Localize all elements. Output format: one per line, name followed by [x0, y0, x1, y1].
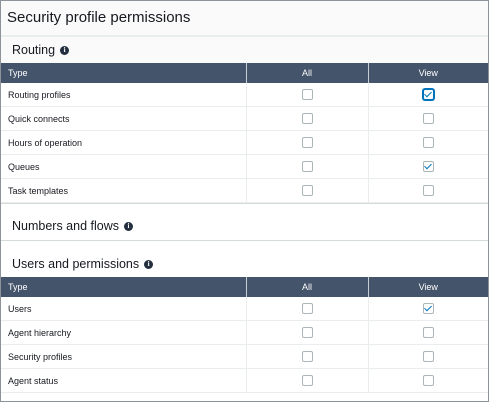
section-title: Numbers and flows	[12, 219, 119, 233]
all-checkbox[interactable]	[301, 351, 313, 363]
table-row: Agent hierarchy	[1, 320, 488, 345]
row-label: Queues	[1, 154, 247, 179]
all-checkbox[interactable]	[301, 327, 313, 339]
column-header-view: View	[368, 277, 488, 297]
users-permissions-section: Users and permissions i Type All View Us…	[1, 251, 488, 393]
view-checkbox[interactable]	[422, 327, 434, 339]
table-row: Quick connects	[1, 106, 488, 131]
table-row: Security profiles	[1, 344, 488, 369]
column-header-type: Type	[1, 63, 247, 83]
numbers-flows-section-header: Numbers and flows i	[1, 212, 488, 241]
row-label: Agent hierarchy	[1, 320, 247, 345]
numbers-flows-section: Numbers and flows i	[1, 212, 488, 241]
column-header-all: All	[246, 63, 369, 83]
view-checkbox[interactable]	[422, 89, 434, 101]
row-label: Hours of operation	[1, 130, 247, 155]
all-checkbox[interactable]	[301, 113, 313, 125]
view-checkbox[interactable]	[422, 303, 434, 315]
table-row: Queues	[1, 154, 488, 179]
row-label: Agent status	[1, 368, 247, 393]
view-checkbox[interactable]	[422, 351, 434, 363]
info-icon[interactable]: i	[60, 45, 70, 55]
row-label: Task templates	[1, 178, 247, 203]
row-label: Security profiles	[1, 344, 247, 369]
all-checkbox[interactable]	[301, 303, 313, 315]
column-header-type: Type	[1, 277, 247, 297]
section-divider	[1, 203, 488, 212]
routing-permissions-table: Type All View Routing profiles Quick con…	[1, 63, 488, 203]
view-checkbox[interactable]	[422, 375, 434, 387]
view-checkbox[interactable]	[422, 161, 434, 173]
routing-section: Routing i Type All View Routing profiles	[1, 36, 488, 203]
view-checkbox[interactable]	[422, 113, 434, 125]
column-header-view: View	[368, 63, 488, 83]
table-row: Users	[1, 297, 488, 321]
section-title: Routing	[12, 43, 56, 57]
users-permissions-section-header: Users and permissions i	[1, 251, 488, 277]
table-row: Task templates	[1, 178, 488, 203]
info-icon[interactable]: i	[124, 221, 133, 231]
all-checkbox[interactable]	[301, 89, 313, 101]
info-icon[interactable]: i	[144, 259, 154, 269]
section-title: Users and permissions	[12, 257, 140, 271]
row-label: Quick connects	[1, 106, 247, 131]
all-checkbox[interactable]	[301, 161, 313, 173]
all-checkbox[interactable]	[301, 137, 313, 149]
table-header-row: Type All View	[1, 277, 488, 297]
table-header-row: Type All View	[1, 63, 488, 83]
view-checkbox[interactable]	[422, 185, 434, 197]
column-header-all: All	[246, 277, 369, 297]
routing-section-header: Routing i	[1, 36, 488, 63]
all-checkbox[interactable]	[301, 185, 313, 197]
row-label: Users	[1, 297, 247, 321]
users-permissions-table: Type All View Users Agent hierarchy Secu…	[1, 277, 488, 393]
security-profile-permissions-panel: Security profile permissions Routing i T…	[0, 0, 489, 402]
row-label: Routing profiles	[1, 83, 247, 107]
all-checkbox[interactable]	[301, 375, 313, 387]
view-checkbox[interactable]	[422, 137, 434, 149]
table-row: Agent status	[1, 368, 488, 393]
table-row: Hours of operation	[1, 130, 488, 155]
table-row: Routing profiles	[1, 83, 488, 107]
page-title: Security profile permissions	[1, 1, 488, 36]
